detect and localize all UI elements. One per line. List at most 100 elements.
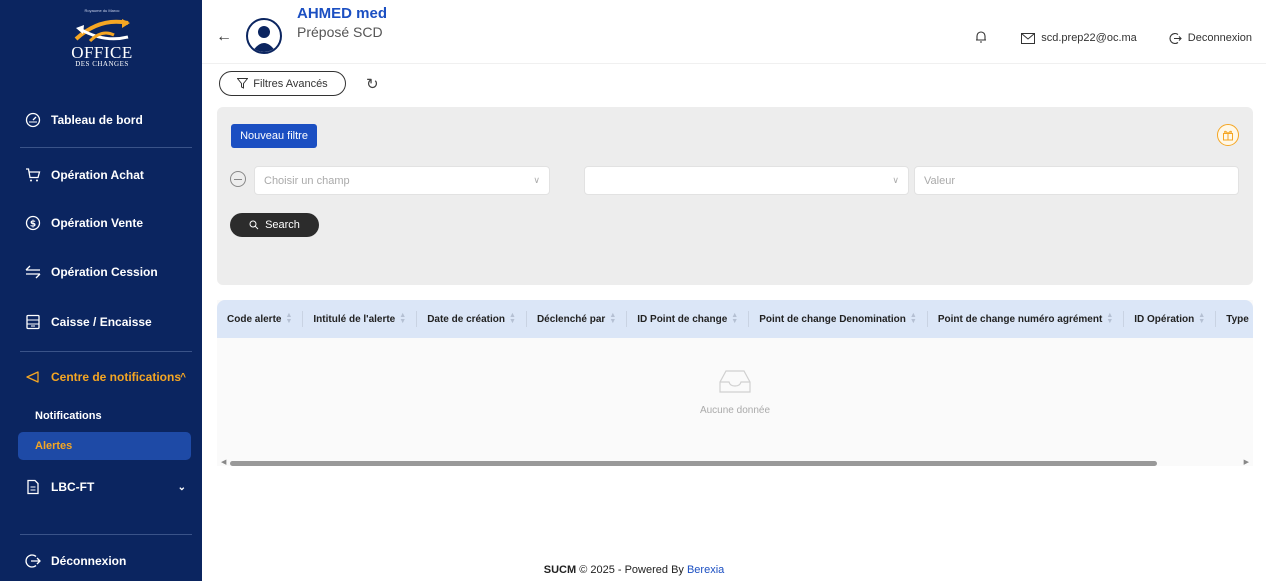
column-header-id-point-change[interactable]: ID Point de change ▲ ▼ [627, 311, 750, 327]
sidebar-divider [20, 534, 192, 535]
column-header-type[interactable]: Type [1216, 311, 1253, 327]
scroll-right-icon[interactable]: ▶ [1244, 458, 1249, 466]
column-label: Date de création [427, 313, 505, 325]
sidebar-item-label: Opération Vente [51, 216, 144, 230]
sidebar-item-operation-achat[interactable]: Opération Achat [0, 155, 202, 195]
filter-panel: Nouveau filtre Choisir un champ ∨ ∨ Vale… [217, 107, 1253, 285]
chevron-down-icon: ∨ [533, 175, 540, 185]
sidebar-item-operation-cession[interactable]: Opération Cession [0, 252, 202, 292]
sidebar-item-caisse-encaisse[interactable]: Caisse / Encaisse [0, 302, 202, 342]
horizontal-scrollbar[interactable]: ◀ ▶ [217, 458, 1253, 470]
sidebar-item-lbc-ft[interactable]: LBC-FT ⌄ [0, 467, 202, 507]
field-select-placeholder: Choisir un champ [264, 174, 350, 187]
sidebar-item-label: Opération Cession [51, 265, 158, 279]
sort-icon: ▲ ▼ [1106, 312, 1114, 325]
header-logout-button[interactable]: Deconnexion [1169, 32, 1252, 45]
logo-emblem-icon [74, 19, 130, 43]
sort-icon: ▲ ▼ [1198, 312, 1206, 325]
sidebar-subitem-label: Notifications [35, 410, 102, 422]
remove-filter-icon[interactable] [230, 171, 246, 187]
footer-brand-link[interactable]: Berexia [687, 564, 724, 576]
value-input[interactable]: Valeur [914, 166, 1239, 195]
svg-text:$: $ [30, 220, 36, 230]
app-root: Royaume du Maroc OFFICE DES CHANGES Tabl… [0, 0, 1266, 581]
operator-select[interactable]: ∨ [584, 166, 909, 195]
column-header-code-alerte[interactable]: Code alerte ▲ ▼ [217, 311, 304, 327]
chevron-down-icon[interactable]: ⌄ [178, 482, 186, 493]
header-logout-label: Deconnexion [1187, 32, 1252, 44]
sidebar-subitem-label: Alertes [35, 440, 73, 452]
dashboard-icon [25, 112, 41, 128]
avatar[interactable] [246, 18, 282, 54]
footer: SUCM © 2025 - Powered By Berexia [202, 564, 1066, 576]
user-role: Préposé SCD [297, 24, 383, 40]
column-header-intitule[interactable]: Intitulé de l'alerte ▲ ▼ [303, 311, 418, 327]
sidebar-divider [20, 351, 192, 352]
top-header: ← AHMED med Préposé SCD scd.prep22@oc.ma… [202, 0, 1266, 64]
sidebar-item-centre-de-notifications[interactable]: Centre de notifications ^ [0, 357, 202, 397]
chevron-up-icon[interactable]: ^ [180, 372, 186, 383]
scroll-left-icon[interactable]: ◀ [221, 458, 226, 466]
refresh-icon[interactable]: ↻ [366, 75, 379, 93]
megaphone-icon [25, 369, 41, 385]
column-header-denomination[interactable]: Point de change Denomination ▲ ▼ [749, 311, 928, 327]
column-header-declenche-par[interactable]: Déclenché par ▲ ▼ [527, 311, 628, 327]
value-input-placeholder: Valeur [924, 174, 955, 187]
search-button[interactable]: Search [230, 213, 319, 237]
column-label: ID Point de change [637, 313, 728, 325]
gift-icon[interactable] [1217, 124, 1239, 146]
empty-state: Aucune donnée [217, 368, 1253, 416]
column-label: Code alerte [227, 313, 282, 325]
user-email-text: scd.prep22@oc.ma [1041, 32, 1137, 44]
sort-icon: ▲ ▼ [399, 312, 407, 325]
search-icon [249, 220, 259, 230]
back-arrow-icon[interactable]: ← [216, 28, 232, 46]
logo-office-text: OFFICE [71, 43, 133, 62]
sidebar-divider [20, 147, 192, 148]
new-filter-button[interactable]: Nouveau filtre [231, 124, 317, 148]
sort-icon: ▲ ▼ [285, 312, 293, 325]
column-header-date-creation[interactable]: Date de création ▲ ▼ [417, 311, 527, 327]
sidebar-item-label: Centre de notifications [51, 370, 182, 384]
column-header-id-operation[interactable]: ID Opération ▲ ▼ [1124, 311, 1217, 327]
office-des-changes-logo: Royaume du Maroc OFFICE DES CHANGES [60, 6, 144, 86]
sort-icon: ▲ ▼ [609, 312, 617, 325]
mail-icon [1021, 32, 1036, 44]
alerts-table: Code alerte ▲ ▼ Intitulé de l'alerte ▲ ▼ Dat… [217, 300, 1253, 466]
column-header-numero-agrement[interactable]: Point de change numéro agrément ▲ ▼ [928, 311, 1125, 327]
sidebar-subitem-notifications[interactable]: Notifications [18, 402, 191, 430]
advanced-filters-label: Filtres Avancés [253, 77, 328, 90]
user-avatar-icon [252, 26, 276, 52]
user-email[interactable]: scd.prep22@oc.ma [1021, 32, 1137, 44]
bell-icon[interactable] [975, 30, 987, 46]
sidebar-item-label: LBC-FT [51, 480, 95, 494]
footer-copyright: © 2025 - Powered By [579, 564, 684, 576]
dollar-icon: $ [25, 215, 41, 231]
sidebar-item-label: Caisse / Encaisse [51, 315, 152, 329]
empty-inbox-icon [719, 370, 751, 393]
sidebar-logout[interactable]: Déconnexion [0, 541, 202, 581]
column-label: Intitulé de l'alerte [313, 313, 396, 325]
user-name: AHMED med [297, 5, 388, 22]
column-label: Point de change numéro agrément [937, 313, 1103, 325]
sidebar-item-operation-vente[interactable]: $ Opération Vente [0, 203, 202, 243]
sidebar-logout-label: Déconnexion [51, 554, 127, 568]
sort-icon: ▲ ▼ [909, 312, 917, 325]
table-header: Code alerte ▲ ▼ Intitulé de l'alerte ▲ ▼ Dat… [217, 300, 1253, 338]
footer-app-name: SUCM [543, 564, 577, 576]
logout-icon [1169, 32, 1182, 44]
logout-icon [25, 553, 41, 569]
sidebar-subitem-alertes[interactable]: Alertes [18, 432, 191, 460]
search-button-label: Search [265, 219, 300, 231]
transfer-icon [25, 264, 41, 280]
column-label: Point de change Denomination [759, 313, 906, 325]
advanced-filters-button[interactable]: Filtres Avancés [219, 71, 346, 96]
empty-state-text: Aucune donnée [699, 405, 771, 416]
sort-icon: ▲ ▼ [509, 312, 516, 325]
scrollbar-thumb[interactable] [230, 461, 1157, 466]
logo-kingdom-text: Royaume du Maroc [84, 8, 120, 13]
new-filter-label: Nouveau filtre [240, 130, 308, 142]
header-actions: scd.prep22@oc.ma Deconnexion [975, 30, 1252, 46]
sidebar-item-tableau-de-bord[interactable]: Tableau de bord [0, 100, 202, 140]
field-select[interactable]: Choisir un champ ∨ [254, 166, 550, 195]
